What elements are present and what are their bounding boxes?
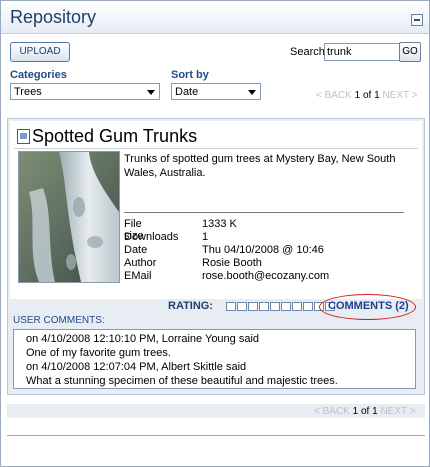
- rating-star[interactable]: [226, 302, 236, 311]
- meta-key: Date: [124, 244, 148, 256]
- repository-panel: Repository UPLOAD Search GO Categories T…: [0, 0, 430, 467]
- comment-header: on 4/10/2008 12:07:04 PM, Albert Skittle…: [26, 361, 247, 373]
- comment-text: What a stunning specimen of these beauti…: [26, 375, 338, 387]
- comment-header: on 4/10/2008 12:10:10 PM, Lorraine Young…: [26, 333, 260, 345]
- user-comments-label: USER COMMENTS:: [13, 315, 105, 326]
- meta-key: EMail: [124, 270, 152, 282]
- pager-current: 1: [354, 90, 361, 101]
- rating-star[interactable]: [292, 302, 302, 311]
- pager-total: 1: [372, 406, 378, 417]
- highlight-ring: [319, 294, 416, 320]
- meta-value: 1333 K: [202, 218, 237, 230]
- chevron-down-icon: [147, 90, 155, 95]
- pager-bottom: < BACK 1 of 1 NEXT >: [314, 406, 416, 417]
- pager-of: of: [362, 90, 372, 101]
- rating-label: RATING:: [168, 300, 214, 312]
- meta-value: 1: [202, 231, 209, 243]
- image-file-icon: [17, 129, 30, 144]
- pager-of: of: [360, 406, 370, 417]
- pager-back[interactable]: < BACK: [314, 406, 350, 417]
- go-button[interactable]: GO: [399, 42, 421, 62]
- search-input[interactable]: [324, 43, 400, 61]
- pager-next[interactable]: NEXT >: [382, 90, 417, 101]
- sort-select[interactable]: Date: [171, 83, 261, 100]
- collapse-icon[interactable]: [411, 14, 423, 26]
- panel-titlebar: Repository: [1, 1, 429, 34]
- upload-button[interactable]: UPLOAD: [10, 42, 70, 62]
- rating-star[interactable]: [248, 302, 258, 311]
- pager-back[interactable]: < BACK: [316, 90, 352, 101]
- rating-star[interactable]: [303, 302, 313, 311]
- meta-value: Thu 04/10/2008 @ 10:46: [202, 244, 324, 256]
- rating-star[interactable]: [259, 302, 269, 311]
- chevron-down-icon: [248, 90, 256, 95]
- meta-value: Rosie Booth: [202, 257, 262, 269]
- sort-label: Sort by: [171, 69, 209, 81]
- pager-top: < BACK 1 of 1 NEXT >: [316, 90, 418, 101]
- item-thumbnail[interactable]: [18, 151, 120, 283]
- comments-list[interactable]: on 4/10/2008 12:10:10 PM, Lorraine Young…: [13, 329, 416, 389]
- meta-key: Downloads: [124, 231, 179, 243]
- sort-value: Date: [175, 86, 199, 98]
- search-label: Search: [290, 46, 325, 58]
- item-description: Trunks of spotted gum trees at Mystery B…: [124, 153, 396, 179]
- meta-value[interactable]: rose.booth@ecozany.com: [202, 270, 329, 282]
- pager-current: 1: [352, 406, 359, 417]
- item-title[interactable]: Spotted Gum Trunks: [32, 126, 197, 147]
- categories-select[interactable]: Trees: [10, 83, 160, 100]
- item-card: Spotted Gum Trunks Trunks of spotted gum…: [7, 118, 425, 395]
- rating-star[interactable]: [270, 302, 280, 311]
- categories-value: Trees: [14, 86, 42, 98]
- comment-text: One of my favorite gum trees.: [26, 347, 171, 359]
- pager-next[interactable]: NEXT >: [380, 406, 415, 417]
- meta-key: Author: [124, 257, 157, 269]
- pager-total: 1: [374, 90, 380, 101]
- item-details: Spotted Gum Trunks Trunks of spotted gum…: [10, 121, 422, 299]
- divider: [7, 435, 425, 436]
- rating-star[interactable]: [281, 302, 291, 311]
- categories-label: Categories: [10, 69, 67, 81]
- divider: [14, 148, 418, 149]
- rating-star[interactable]: [237, 302, 247, 311]
- divider: [124, 212, 404, 213]
- panel-title: Repository: [10, 7, 97, 27]
